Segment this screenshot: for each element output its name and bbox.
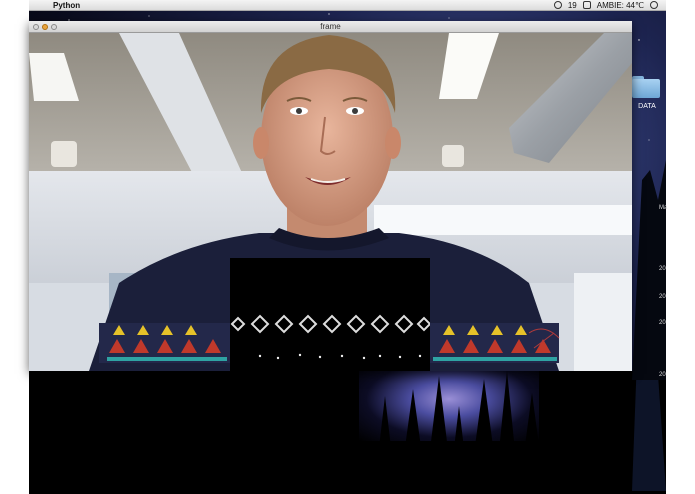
power-icon[interactable] bbox=[553, 1, 562, 9]
status-menus: 19 AMBIE: 44℃ bbox=[553, 1, 666, 10]
frame-window[interactable]: frame bbox=[29, 21, 632, 371]
clock-icon[interactable] bbox=[650, 1, 658, 9]
app-menu-python[interactable]: Python bbox=[53, 1, 80, 10]
status-number[interactable]: 19 bbox=[568, 1, 577, 10]
window-titlebar[interactable]: frame bbox=[29, 21, 632, 33]
menu-bar: Python 19 AMBIE: 44℃ bbox=[29, 0, 666, 11]
edge-label: 20 bbox=[659, 372, 666, 378]
folder-label[interactable]: DATA bbox=[632, 103, 662, 110]
folder-icon[interactable] bbox=[632, 76, 660, 98]
edge-label: Ma bbox=[659, 205, 668, 211]
camera-frame bbox=[29, 33, 632, 371]
edge-label: 20 bbox=[659, 294, 666, 300]
tree-silhouettes bbox=[329, 371, 666, 491]
detected-pattern bbox=[230, 314, 430, 360]
edge-tree-silhouette bbox=[632, 160, 666, 380]
display-icon[interactable] bbox=[582, 1, 591, 9]
edge-label: 20 bbox=[659, 266, 666, 272]
temperature-status[interactable]: AMBIE: 44℃ bbox=[597, 1, 644, 10]
edge-label: 20 bbox=[659, 320, 666, 326]
processed-region-overlay bbox=[230, 258, 430, 371]
window-title: frame bbox=[320, 22, 341, 31]
